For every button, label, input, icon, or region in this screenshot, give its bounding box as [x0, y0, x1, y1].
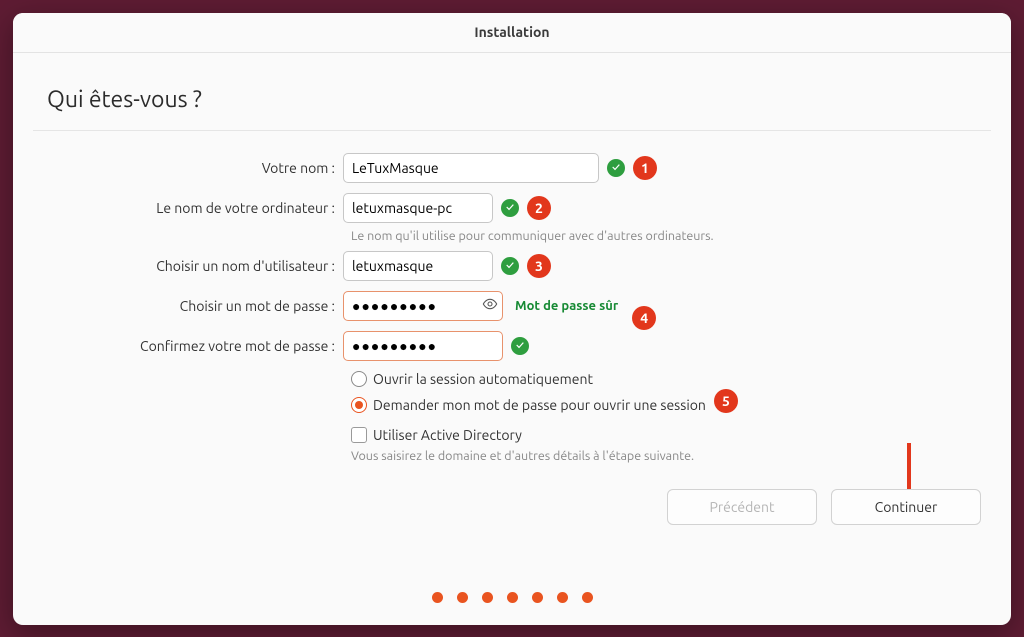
eye-icon[interactable] [479, 296, 501, 315]
progress-dots [13, 592, 1011, 603]
checkbox-active-directory-label: Utiliser Active Directory [373, 427, 522, 443]
page-heading: Qui êtes-vous ? [47, 87, 981, 112]
confirm-password-input[interactable] [343, 331, 503, 361]
progress-dot [582, 592, 593, 603]
annotation-badge-3: 3 [527, 254, 551, 278]
button-row: Précédent Continuer [667, 489, 981, 525]
checkbox-active-directory[interactable]: Utiliser Active Directory [351, 427, 981, 443]
check-icon: ✓ [607, 159, 625, 177]
progress-dot [432, 592, 443, 603]
radio-auto-login[interactable]: Ouvrir la session automatiquement [351, 371, 981, 387]
annotation-badge-1: 1 [633, 156, 657, 180]
annotation-badge-4: 4 [632, 306, 656, 330]
check-icon: ✓ [501, 257, 519, 275]
label-hostname: Le nom de votre ordinateur : [43, 200, 343, 216]
annotation-badge-2: 2 [527, 196, 551, 220]
divider [33, 130, 991, 131]
installer-window: Installation Qui êtes-vous ? Votre nom :… [13, 13, 1011, 625]
radio-require-password[interactable]: Demander mon mot de passe pour ouvrir un… [351, 393, 981, 417]
radio-require-password-label: Demander mon mot de passe pour ouvrir un… [373, 397, 706, 413]
check-icon: ✓ [501, 199, 519, 217]
progress-dot [532, 592, 543, 603]
active-directory-helper: Vous saisirez le domaine et d'autres dét… [351, 449, 981, 463]
label-name: Votre nom : [43, 160, 343, 176]
window-title: Installation [474, 24, 549, 40]
radio-icon [351, 371, 367, 387]
radio-icon [351, 397, 367, 413]
password-strength-label: Mot de passe sûr [515, 299, 618, 313]
checkbox-icon [351, 427, 367, 443]
check-icon: ✓ [511, 337, 529, 355]
hostname-helper: Le nom qu'il utilise pour communiquer av… [351, 229, 981, 243]
progress-dot [482, 592, 493, 603]
progress-dot [557, 592, 568, 603]
label-username: Choisir un nom d'utilisateur : [43, 258, 343, 274]
username-input[interactable] [343, 251, 493, 281]
back-button[interactable]: Précédent [667, 489, 817, 525]
hostname-input[interactable] [343, 193, 493, 223]
progress-dot [457, 592, 468, 603]
window-titlebar: Installation [13, 13, 1011, 53]
user-form: Votre nom : ✓ 1 Le nom de votre ordinate… [43, 153, 981, 463]
label-password: Choisir un mot de passe : [43, 298, 343, 314]
annotation-badge-5: 5 [714, 389, 738, 413]
radio-auto-login-label: Ouvrir la session automatiquement [373, 371, 593, 387]
content-area: Qui êtes-vous ? Votre nom : ✓ 1 Le nom d… [13, 53, 1011, 625]
label-confirm: Confirmez votre mot de passe : [43, 338, 343, 354]
name-input[interactable] [343, 153, 599, 183]
continue-button[interactable]: Continuer [831, 489, 981, 525]
progress-dot [507, 592, 518, 603]
